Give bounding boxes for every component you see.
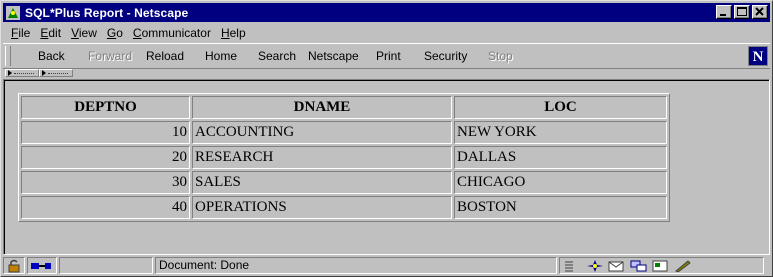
cell-deptno: 20: [21, 146, 190, 169]
menu-file[interactable]: File: [3, 26, 35, 40]
cell-dname: ACCOUNTING: [192, 121, 452, 144]
progress-cell: [59, 257, 153, 274]
print-button[interactable]: Print: [376, 49, 401, 63]
close-icon: [755, 7, 764, 16]
connection-plug-icon: [31, 263, 51, 269]
minimize-icon: [720, 14, 726, 16]
mail-icon[interactable]: [608, 260, 624, 272]
grip-icon[interactable]: [564, 260, 580, 272]
browser-window: SQL*Plus Report - Netscape File Edit Vie…: [0, 0, 773, 277]
collapsed-toolbar-tab[interactable]: [39, 69, 73, 77]
menu-edit[interactable]: Edit: [35, 26, 66, 40]
triangle-right-icon: [42, 70, 46, 76]
table-header-row: DEPTNO DNAME LOC: [21, 96, 667, 119]
table-row: 10 ACCOUNTING NEW YORK: [21, 121, 667, 144]
navigation-toolbar: Back Forward Reload Home Search Netscape…: [3, 43, 770, 69]
column-header-loc: LOC: [454, 96, 667, 119]
triangle-right-icon: [8, 70, 12, 76]
report-table: DEPTNO DNAME LOC 10 ACCOUNTING NEW YORK …: [18, 93, 670, 222]
menu-go[interactable]: Go: [102, 26, 128, 40]
reload-button[interactable]: Reload: [146, 49, 184, 63]
toolbar-grip[interactable]: [5, 46, 11, 66]
netscape-logo[interactable]: N: [748, 46, 768, 66]
search-button[interactable]: Search: [258, 49, 296, 63]
column-header-deptno: DEPTNO: [21, 96, 190, 119]
cell-loc: DALLAS: [454, 146, 667, 169]
collapsed-toolbars: [3, 69, 770, 78]
maximize-button[interactable]: [734, 5, 750, 19]
menu-view[interactable]: View: [66, 26, 102, 40]
table-row: 40 OPERATIONS BOSTON: [21, 196, 667, 219]
netscape-app-icon[interactable]: [5, 5, 21, 21]
close-button[interactable]: [752, 5, 768, 19]
cell-loc: CHICAGO: [454, 171, 667, 194]
minimize-button[interactable]: [716, 5, 732, 19]
maximize-icon: [737, 7, 747, 16]
lock-icon: [8, 259, 20, 273]
table-row: 30 SALES CHICAGO: [21, 171, 667, 194]
cell-deptno: 10: [21, 121, 190, 144]
forward-button[interactable]: Forward: [88, 49, 132, 63]
cell-dname: SALES: [192, 171, 452, 194]
connection-cell[interactable]: [27, 257, 57, 274]
navigator-icon[interactable]: [586, 259, 603, 272]
security-lock-cell[interactable]: [3, 257, 25, 274]
netscape-button[interactable]: Netscape: [308, 49, 359, 63]
title-bar[interactable]: SQL*Plus Report - Netscape: [3, 3, 770, 22]
menu-bar: File Edit View Go Communicator Help: [3, 23, 770, 42]
cell-deptno: 40: [21, 196, 190, 219]
home-button[interactable]: Home: [205, 49, 237, 63]
page-content[interactable]: DEPTNO DNAME LOC 10 ACCOUNTING NEW YORK …: [3, 79, 770, 255]
menu-communicator[interactable]: Communicator: [128, 26, 216, 40]
cell-loc: BOSTON: [454, 196, 667, 219]
status-text: Document: Done: [155, 257, 557, 274]
cell-deptno: 30: [21, 171, 190, 194]
status-bar: Document: Done: [3, 257, 770, 275]
component-bar: [559, 257, 764, 274]
discussion-icon[interactable]: [630, 260, 647, 272]
pen-icon[interactable]: [674, 259, 691, 273]
window-title: SQL*Plus Report - Netscape: [25, 5, 189, 20]
menu-help[interactable]: Help: [216, 26, 251, 40]
composer-icon[interactable]: [652, 260, 668, 272]
security-button[interactable]: Security: [424, 49, 467, 63]
table-row: 20 RESEARCH DALLAS: [21, 146, 667, 169]
stop-button[interactable]: Stop: [488, 49, 513, 63]
back-button[interactable]: Back: [38, 49, 65, 63]
cell-dname: RESEARCH: [192, 146, 452, 169]
collapsed-toolbar-tab[interactable]: [5, 69, 39, 77]
cell-dname: OPERATIONS: [192, 196, 452, 219]
cell-loc: NEW YORK: [454, 121, 667, 144]
column-header-dname: DNAME: [192, 96, 452, 119]
